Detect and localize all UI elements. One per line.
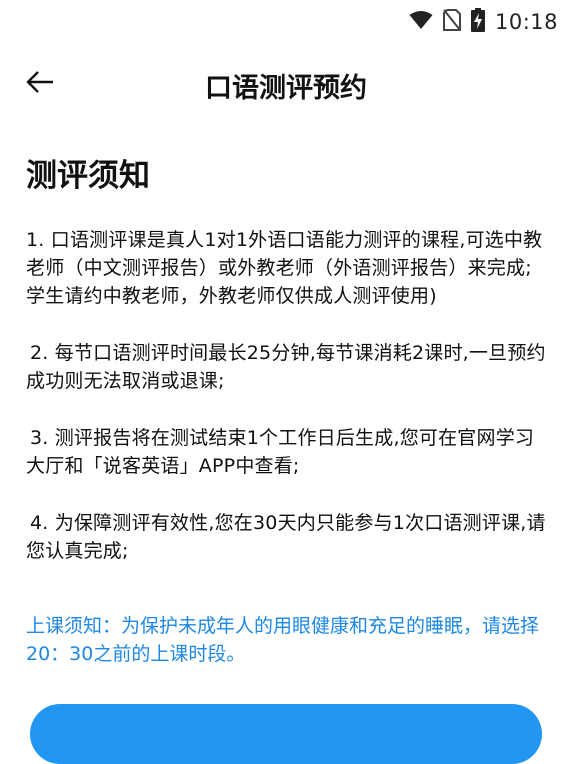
- status-bar: 10:18: [0, 0, 572, 44]
- status-time: 10:18: [494, 10, 558, 34]
- notice-item-3: 3. 测评报告将在测试结束1个工作日后生成,您可在官网学习大厅和「说客英语」AP…: [26, 427, 535, 477]
- wifi-icon: [409, 10, 433, 34]
- battery-charging-icon: [470, 8, 485, 36]
- page-title: 口语测评预约: [205, 73, 367, 104]
- no-sim-icon: [442, 9, 461, 35]
- notice-item-4: 4. 为保障测评有效性,您在30天内只能参与1次口语测评课,请您认真完成;: [26, 512, 546, 562]
- notice-list: 1. 口语测评课是真人1对1外语口语能力测评的课程,可选中教老师（中文测评报告）…: [26, 226, 550, 594]
- class-reminder: 上课须知：为保护未成年人的用眼健康和充足的睡眠，请选择20：30之前的上课时段。: [26, 615, 540, 665]
- notice-item-2: 2. 每节口语测评时间最长25分钟,每节课消耗2课时,一旦预约成功则无法取消或退…: [26, 342, 546, 392]
- section-title: 测评须知: [26, 158, 150, 194]
- nav-bar: 口语测评预约: [0, 56, 572, 112]
- status-icons: 10:18: [409, 8, 558, 36]
- notice-item-1: 1. 口语测评课是真人1对1外语口语能力测评的课程,可选中教老师（中文测评报告）…: [26, 229, 543, 307]
- primary-action-button[interactable]: [30, 704, 542, 764]
